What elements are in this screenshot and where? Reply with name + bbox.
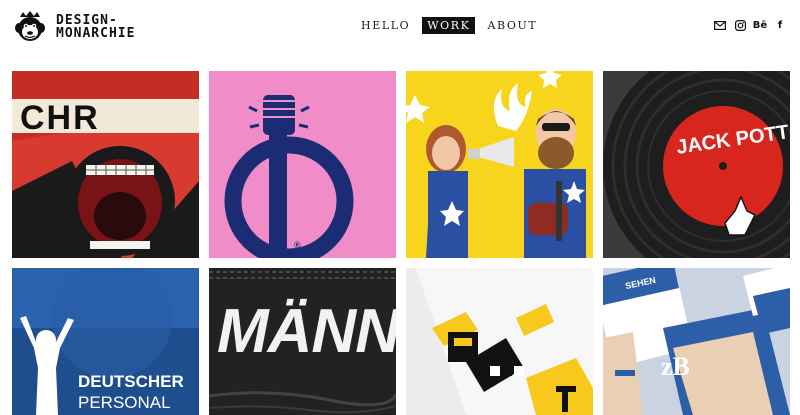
brand-name: DESIGN- MONARCHIE	[56, 14, 135, 40]
maenner-text: MÄNN	[217, 297, 396, 366]
megaphone-photo-artwork	[406, 71, 593, 258]
mail-icon[interactable]	[714, 19, 726, 31]
instagram-icon[interactable]	[734, 19, 746, 31]
vinyl-record-artwork	[603, 71, 790, 258]
behance-icon[interactable]: Bē	[753, 19, 767, 31]
portfolio-tile-vinyl-record[interactable]: JACK POTT	[603, 71, 790, 258]
monkey-king-icon	[15, 11, 45, 41]
athlete-headline-2: PERSONAL	[78, 393, 171, 412]
portfolio-tile-blue-athlete[interactable]: DEUTSCHER PERSONAL	[12, 268, 199, 415]
portfolio-tile-fist-logo[interactable]: ®	[209, 71, 396, 258]
social-links: Bē f	[706, 19, 786, 31]
main-nav: HELLO WORK ABOUT	[356, 17, 549, 34]
portfolio-tile-megaphone-photo[interactable]	[406, 71, 593, 258]
nav-hello[interactable]: HELLO	[356, 17, 415, 34]
brand-line2: MONARCHIE	[56, 26, 136, 41]
chaos-poster-text: CHR	[20, 99, 100, 137]
zb-logo: zB	[661, 352, 690, 381]
portfolio-tile-chaos-poster[interactable]: CHR	[12, 71, 199, 258]
facebook-icon[interactable]: f	[774, 19, 786, 31]
fist-logo-artwork	[209, 71, 396, 258]
geometric-artwork	[406, 268, 593, 415]
portfolio-tile-geometric-illustration[interactable]	[406, 268, 593, 415]
nav-work[interactable]: WORK	[422, 17, 476, 34]
site-header: DESIGN- MONARCHIE HELLO WORK ABOUT Bē f	[0, 0, 800, 58]
portfolio-tile-maenner-lettering[interactable]: MÄNN	[209, 268, 396, 415]
portfolio-tile-zb-magazine[interactable]: zB SEHEN	[603, 268, 790, 415]
nav-about[interactable]: ABOUT	[482, 17, 542, 34]
athlete-headline-1: DEUTSCHER	[78, 372, 184, 391]
registered-mark: ®	[294, 240, 301, 250]
brand-logo[interactable]: DESIGN- MONARCHIE	[12, 9, 135, 45]
